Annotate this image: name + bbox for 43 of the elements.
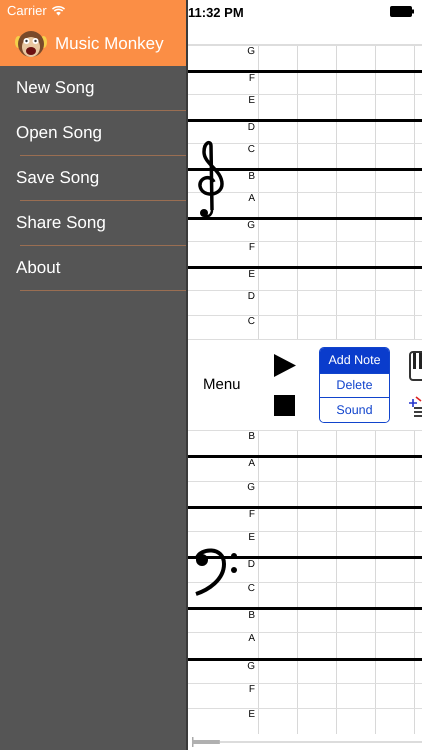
note-label: F bbox=[248, 72, 255, 84]
note-label: G bbox=[247, 46, 255, 58]
app-title: Music Monkey bbox=[55, 33, 164, 56]
note-label: G bbox=[247, 660, 255, 673]
monkey-icon bbox=[15, 29, 47, 59]
note-label: A bbox=[248, 633, 255, 646]
menu-item[interactable]: Save Song bbox=[0, 156, 186, 200]
carrier-label: Carrier bbox=[7, 2, 47, 20]
menu-item[interactable]: About bbox=[0, 246, 186, 290]
note-label: E bbox=[248, 268, 255, 280]
menu-item[interactable]: Share Song bbox=[0, 201, 186, 245]
note-label: D bbox=[248, 122, 255, 134]
piano-icon[interactable] bbox=[409, 351, 422, 381]
play-icon[interactable] bbox=[274, 354, 296, 377]
note-label: C bbox=[248, 316, 255, 328]
mode-option[interactable]: Add Note bbox=[320, 348, 389, 373]
note-label: A bbox=[248, 458, 255, 470]
note-label: F bbox=[248, 508, 255, 521]
scroll-bar[interactable] bbox=[189, 734, 422, 749]
note-label: D bbox=[248, 560, 255, 572]
note-label: B bbox=[248, 170, 255, 182]
mode-option[interactable]: Delete bbox=[320, 372, 389, 398]
wifi-icon bbox=[52, 6, 65, 16]
note-label: E bbox=[248, 709, 255, 722]
note-label: C bbox=[248, 144, 255, 156]
menu-label[interactable]: Menu bbox=[203, 374, 269, 396]
note-label: F bbox=[248, 242, 255, 254]
note-label: E bbox=[248, 532, 255, 544]
note-label: D bbox=[248, 291, 255, 303]
note-label: A bbox=[248, 193, 255, 205]
note-label: G bbox=[247, 220, 255, 232]
battery-icon bbox=[390, 6, 414, 17]
note-label: F bbox=[248, 684, 255, 696]
add-staff-icon[interactable] bbox=[409, 395, 422, 419]
menu-item[interactable]: Open Song bbox=[0, 111, 186, 155]
note-label: G bbox=[247, 482, 255, 494]
note-label: C bbox=[248, 582, 255, 595]
status-time: 11:32 PM bbox=[188, 4, 244, 22]
note-label: B bbox=[248, 431, 255, 443]
note-label: E bbox=[248, 95, 255, 107]
menu-item[interactable]: New Song bbox=[0, 66, 186, 110]
note-label: B bbox=[248, 610, 255, 622]
mode-option[interactable]: Sound bbox=[320, 397, 389, 422]
